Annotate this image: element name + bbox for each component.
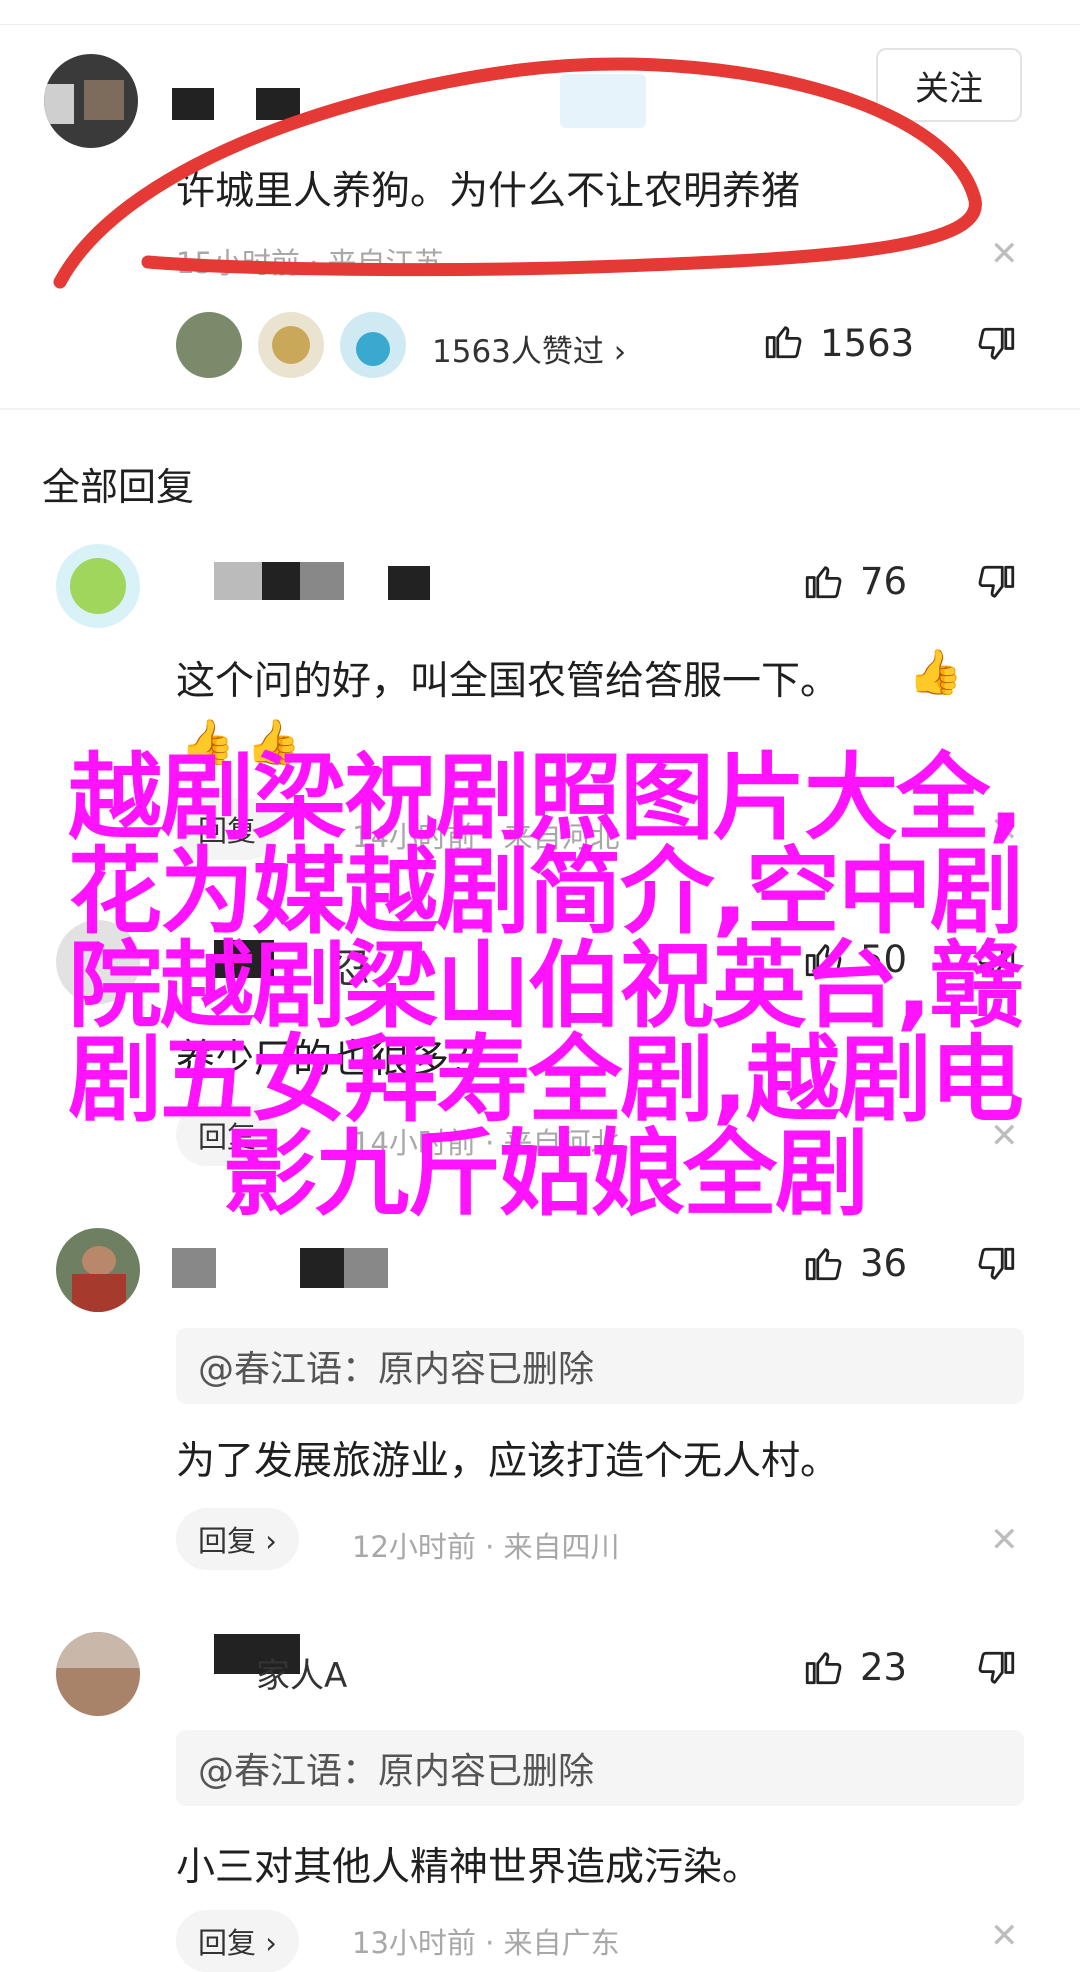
comment-1-username-redacted-4[interactable]: [388, 566, 430, 600]
comment-4-avatar[interactable]: [56, 1632, 140, 1716]
comment-4-thumbs-down-icon[interactable]: [976, 1648, 1018, 1690]
post-like-count: 1563: [820, 322, 915, 365]
comment-1-avatar[interactable]: [56, 544, 140, 628]
comment-3-username-redacted-2[interactable]: [300, 1248, 344, 1288]
liker-avatar-2[interactable]: [258, 312, 324, 378]
comment-4-thumbs-up-icon[interactable]: [802, 1646, 844, 1688]
thumbs-up-icon[interactable]: [762, 320, 804, 362]
comment-3-avatar[interactable]: [56, 1228, 140, 1312]
comment-4-text: 小三对其他人精神世界造成污染。: [176, 1845, 762, 1890]
likers-link[interactable]: 1563人赞过 ›: [432, 326, 626, 371]
liker-avatar-1[interactable]: [176, 312, 242, 378]
comment-3-username-redacted-3[interactable]: [344, 1248, 388, 1288]
thumbs-up-emoji-icon: 👍: [908, 647, 963, 698]
overlay-banner-text: 越剧梁祝剧照图片大全,花为媒越剧简介,空中剧院越剧梁山伯祝英台,赣剧五女拜寿全剧…: [68, 744, 1024, 1229]
comment-1-text: 这个问的好，叫全国农管给答服一下。: [176, 659, 840, 704]
comment-4-quote: @春江语：原内容已删除: [176, 1730, 1024, 1806]
comment-4-close-icon[interactable]: ✕: [990, 1916, 1019, 1956]
comment-4-username[interactable]: 家人A: [256, 1648, 347, 1697]
comment-1-username-redacted-3[interactable]: [300, 562, 344, 600]
comment-1-username-redacted-2[interactable]: [262, 562, 300, 600]
comment-1-thumbs-up-icon[interactable]: [802, 560, 844, 602]
comment-3-text: 为了发展旅游业，应该打造个无人村。: [176, 1439, 840, 1484]
section-divider: [0, 408, 1080, 410]
comment-3-reply-button[interactable]: 回复 ›: [176, 1508, 299, 1570]
comment-3-quote: @春江语：原内容已删除: [176, 1328, 1024, 1404]
thumbs-down-icon[interactable]: [976, 324, 1018, 366]
comment-3-close-icon[interactable]: ✕: [990, 1520, 1019, 1560]
comment-1-thumbs-down-icon[interactable]: [976, 562, 1018, 604]
liker-avatar-3[interactable]: [340, 312, 406, 378]
comment-3-thumbs-up-icon[interactable]: [802, 1242, 844, 1284]
annotation-circle: [53, 57, 982, 289]
comment-4-meta: 13小时前 · 来自广东: [352, 1926, 620, 1960]
comment-1-like-count: 76: [860, 560, 908, 603]
comment-4-like-count: 23: [860, 1646, 908, 1689]
comment-1-username-redacted[interactable]: [214, 562, 262, 600]
comment-3-thumbs-down-icon[interactable]: [976, 1244, 1018, 1286]
all-replies-heading: 全部回复: [42, 465, 195, 509]
comment-3-username-redacted[interactable]: [172, 1248, 216, 1288]
comment-3-meta: 12小时前 · 来自四川: [352, 1530, 620, 1564]
comment-4-reply-button[interactable]: 回复 ›: [176, 1910, 299, 1972]
comment-3-like-count: 36: [860, 1242, 908, 1285]
